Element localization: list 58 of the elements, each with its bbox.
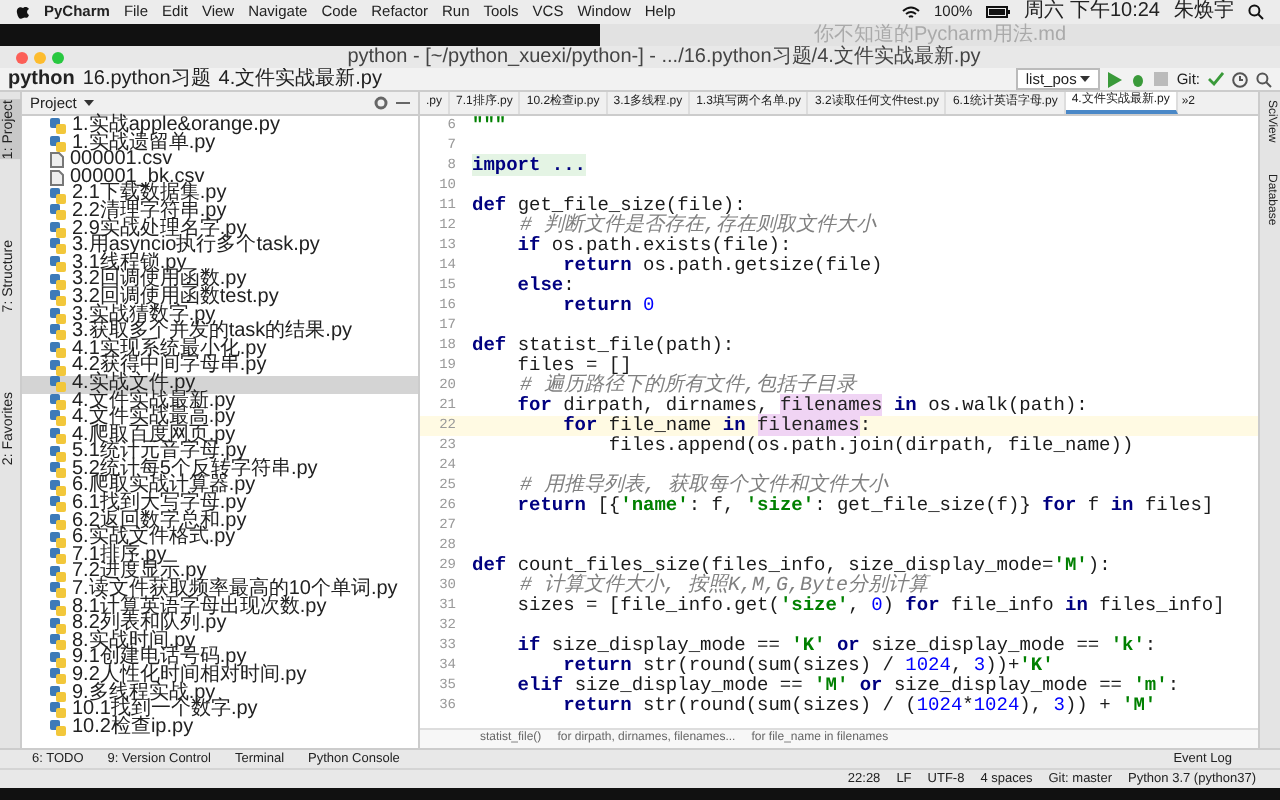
- code-line: # 计算文件大小, 按照K,M,G,Byte分别计算: [520, 575, 929, 597]
- code-line: files = []: [515, 356, 632, 376]
- code-line: return str(round(sum(sizes) / 1024, 3))+'K': [561, 656, 1054, 676]
- code-line: if os.path.exists(file):: [515, 236, 792, 256]
- file-tree-item[interactable]: 000001.csv: [22, 152, 418, 170]
- settings-icon[interactable]: [374, 96, 388, 110]
- file-tree-item[interactable]: 2.1下载数据集.py: [22, 186, 418, 204]
- code-line: if size_display_mode == 'K' or size_display_mode == 'k':: [515, 636, 1157, 656]
- file-tree-item[interactable]: 6.实战文件格式.py: [22, 530, 418, 548]
- code-line: # 判断文件是否存在,存在则取文件大小: [520, 215, 877, 237]
- file-tree-item[interactable]: 3.2回调使用函数.py: [22, 272, 418, 290]
- file-tree-item[interactable]: 4.文件实战最高.py: [22, 410, 418, 428]
- code-line: def count_files_size(files_info, size_display_mode='M'):: [472, 556, 1111, 576]
- code-line: else:: [515, 276, 575, 296]
- file-tree-item[interactable]: 4.实战文件.py: [22, 375, 418, 393]
- path-crumb[interactable]: 16.python习题: [82, 68, 211, 90]
- code-line: return os.path.getsize(file): [562, 256, 883, 276]
- code-line: # 遍历路径下的所有文件,包括子目录: [520, 375, 857, 397]
- run-icon[interactable]: [1108, 71, 1123, 87]
- file-tree-item[interactable]: 6.1找到大写字母.py: [22, 496, 418, 514]
- code-line: for dirpath, dirnames, filenames in os.walk(path):: [515, 396, 1088, 416]
- wifi-icon[interactable]: [902, 5, 920, 19]
- window-title: python - [~/python_xuexi/python-] - .../16.python习题/4.文件实战最新.py: [347, 46, 981, 68]
- file-tree-item[interactable]: 10.1找到一个数字.py: [22, 702, 418, 720]
- file-tree-item[interactable]: 000001_bk.csv: [22, 169, 418, 187]
- file-tree-item[interactable]: 6.2返回数字总和.py: [22, 513, 418, 531]
- caret-icon[interactable]: [84, 100, 95, 106]
- file-tree-item[interactable]: 10.2检查ip.py: [22, 719, 418, 737]
- path-crumb[interactable]: 4.文件实战最新.py: [218, 68, 382, 90]
- search-icon[interactable]: [1248, 4, 1264, 20]
- file-tree-item[interactable]: 7.1排序.py: [22, 547, 418, 565]
- file-tree-item[interactable]: 8.1计算英语字母出现次数.py: [22, 599, 418, 617]
- file-tree-item[interactable]: 4.1实现系统最小化.py: [22, 341, 418, 359]
- file-tree-item[interactable]: 4.文件实战最新.py: [22, 393, 418, 411]
- battery-icon[interactable]: [986, 6, 1011, 18]
- code-line: # 用推导列表, 获取每个文件和文件大小: [518, 475, 889, 497]
- file-tree-item[interactable]: 1.实战遗留单.py: [22, 135, 418, 153]
- checkmark-icon[interactable]: [1208, 72, 1224, 86]
- code-line: elif size_display_mode == 'M' or size_display_mode == 'm':: [515, 676, 1180, 696]
- code-line: for file_name in filenames:: [561, 416, 872, 436]
- file-tree-item[interactable]: 1.实战apple&orange.py: [22, 118, 418, 136]
- code-line: return [{'name': f, 'size': get_file_size(f)} for f in files]: [515, 496, 1214, 516]
- background-window-title: 你不知道的Pycharm用法.md: [813, 24, 1067, 46]
- minus-icon[interactable]: [396, 96, 410, 110]
- code-line: def get_file_size(file):: [472, 196, 746, 216]
- debug-icon[interactable]: [1130, 71, 1147, 87]
- caret-icon: [1080, 76, 1091, 82]
- code-line: return str(round(sum(sizes) / (1024*1024), 3)) + 'M': [561, 696, 1157, 716]
- code-line: sizes = [file_info.get('size', 0) for file_info in files_info]: [515, 596, 1225, 616]
- code-line: return 0: [561, 296, 655, 316]
- clock-icon[interactable]: [1232, 71, 1248, 87]
- file-tree-item[interactable]: 3.用asyncio执行多个task.py: [22, 238, 418, 256]
- code-line: files.append(os.path.join(dirpath, file_name)): [606, 436, 1134, 456]
- code-line: """: [472, 116, 507, 136]
- search-icon[interactable]: [1256, 71, 1272, 87]
- path-crumb[interactable]: python: [8, 68, 75, 90]
- code-line: def statist_file(path):: [472, 336, 735, 356]
- apple-logo-icon[interactable]: [16, 4, 30, 20]
